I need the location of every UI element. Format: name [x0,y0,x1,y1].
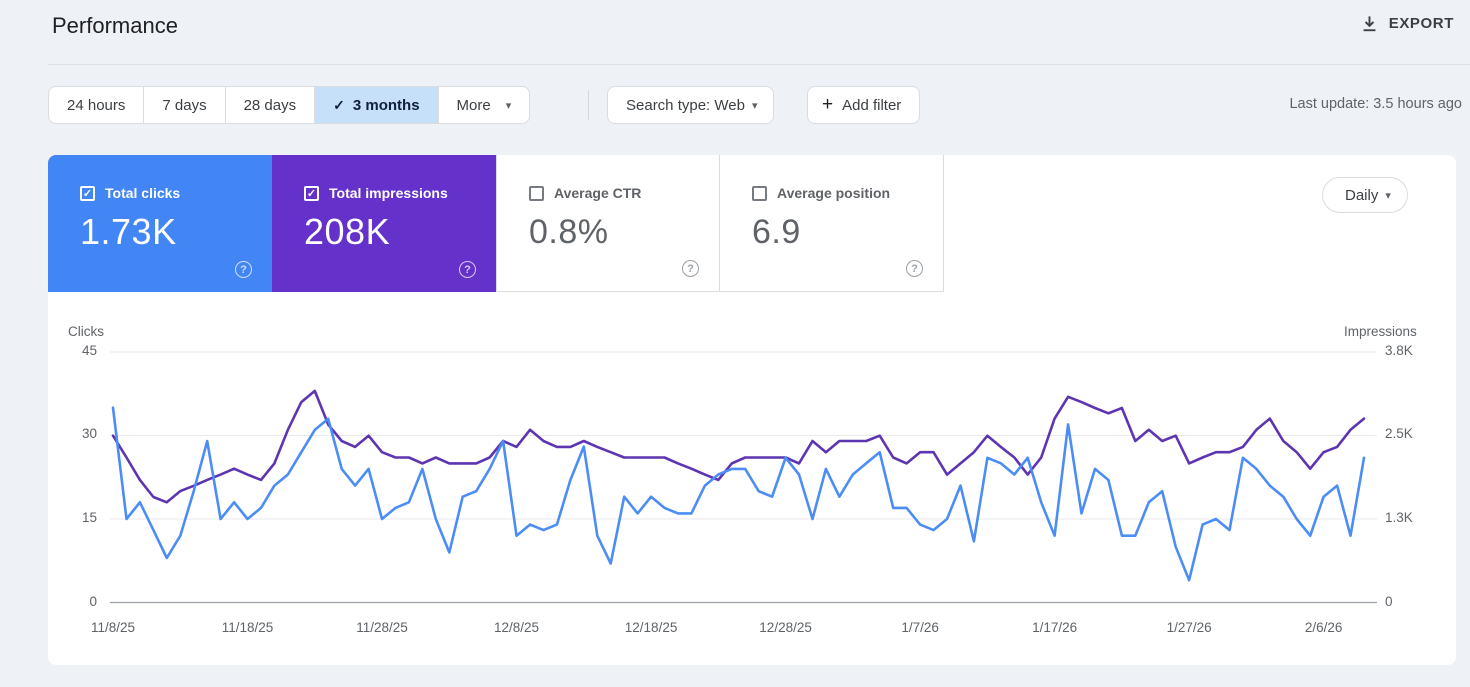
y-tick-right: 0 [1385,593,1393,609]
header-divider [48,64,1470,65]
checkbox-unchecked-icon[interactable] [529,185,544,201]
x-tick-label: 12/28/25 [759,620,812,635]
help-icon[interactable]: ? [459,261,476,278]
add-filter-button[interactable]: + Add filter [807,86,921,124]
x-tick-label: 11/28/25 [356,620,408,635]
right-axis-title: Impressions [1344,324,1417,339]
metric-value: 0.8% [529,213,609,251]
y-tick-right: 1.3K [1385,510,1413,525]
metric-card-total-impressions[interactable]: ✓ Total impressions 208K ? [272,155,496,292]
x-tick-label: 1/7/26 [901,620,939,635]
chevron-down-icon: ▾ [505,99,512,112]
x-tick-label: 12/18/25 [624,620,678,635]
help-icon[interactable]: ? [906,260,923,277]
last-update-text: Last update: 3.5 hours ago [1289,96,1462,112]
x-tick-label: 11/18/25 [221,620,274,635]
metric-label: Total clicks [105,185,181,201]
date-range-tabs: 24 hours 7 days 28 days ✓ 3 months More … [48,86,531,124]
x-tick-label: 12/8/25 [494,620,540,635]
performance-panel: ✓ Total clicks 1.73K ? ✓ Total impressio… [48,155,1456,665]
check-icon: ✓ [333,96,345,113]
checkbox-checked-icon[interactable]: ✓ [304,185,319,201]
export-button[interactable]: EXPORT [1360,14,1454,33]
checkbox-unchecked-icon[interactable] [752,185,767,201]
tab-28-days[interactable]: 28 days [226,87,316,123]
checkbox-checked-icon[interactable]: ✓ [80,185,95,201]
metric-value: 6.9 [752,213,801,251]
y-tick-left: 30 [81,426,97,442]
help-icon[interactable]: ? [235,261,252,278]
metric-card-average-position[interactable]: Average position 6.9 ? [720,155,944,292]
metric-card-total-clicks[interactable]: ✓ Total clicks 1.73K ? [48,155,272,292]
page-title: Performance [52,13,178,38]
granularity-dropdown[interactable]: Daily ▾ [1322,177,1408,213]
download-icon [1360,14,1379,33]
x-tick-label: 11/8/25 [90,620,136,635]
y-tick-right: 3.8K [1385,343,1413,358]
y-tick-left: 45 [81,343,97,358]
chevron-down-icon: ▾ [751,99,758,112]
y-tick-left: 15 [81,510,97,525]
metric-value: 1.73K [80,211,177,252]
tab-more[interactable]: More ▾ [439,87,530,123]
tab-7-days[interactable]: 7 days [144,87,226,123]
search-type-dropdown[interactable]: Search type: Web ▾ [607,86,775,124]
filter-divider [588,90,589,120]
left-axis-title: Clicks [68,324,104,339]
metric-card-average-ctr[interactable]: Average CTR 0.8% ? [496,155,720,292]
metric-label: Average CTR [554,185,642,201]
chevron-down-icon: ▾ [1385,189,1391,202]
plus-icon: + [822,94,834,115]
x-tick-label: 1/17/26 [1032,620,1078,635]
metric-value: 208K [304,211,391,252]
y-tick-right: 2.5K [1385,426,1413,442]
tab-3-months[interactable]: ✓ 3 months [315,87,439,123]
metric-label: Average position [777,185,891,201]
help-icon[interactable]: ? [682,260,699,277]
y-tick-left: 0 [89,593,97,609]
metric-label: Total impressions [329,185,448,201]
export-label: EXPORT [1388,15,1454,32]
x-tick-label: 2/6/26 [1304,620,1343,635]
x-tick-label: 1/27/26 [1166,620,1212,635]
tab-24-hours[interactable]: 24 hours [49,87,145,123]
